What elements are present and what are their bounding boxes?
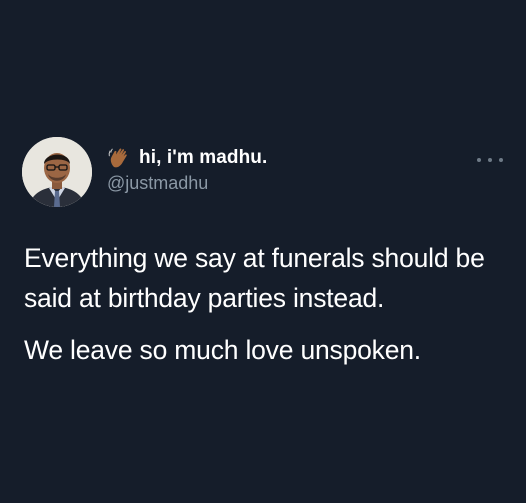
more-dot — [477, 158, 481, 162]
author-handle[interactable]: @justmadhu — [107, 173, 208, 194]
tweet-card: hi, i'm madhu. @justmadhu Everything we … — [0, 0, 526, 503]
avatar[interactable] — [22, 137, 92, 207]
more-dot — [488, 158, 492, 162]
more-options-icon[interactable] — [477, 150, 503, 170]
tweet-paragraph: We leave so much love unspoken. — [24, 335, 421, 365]
author-display-name: hi, i'm madhu. — [139, 147, 268, 168]
author-name-row[interactable]: hi, i'm madhu. — [107, 145, 267, 171]
tweet-text: Everything we say at funerals should be … — [24, 238, 514, 370]
more-dot — [499, 158, 503, 162]
tweet-paragraph: Everything we say at funerals should be … — [24, 243, 485, 313]
waving-hand-icon — [107, 146, 131, 170]
avatar-photo — [22, 137, 92, 207]
